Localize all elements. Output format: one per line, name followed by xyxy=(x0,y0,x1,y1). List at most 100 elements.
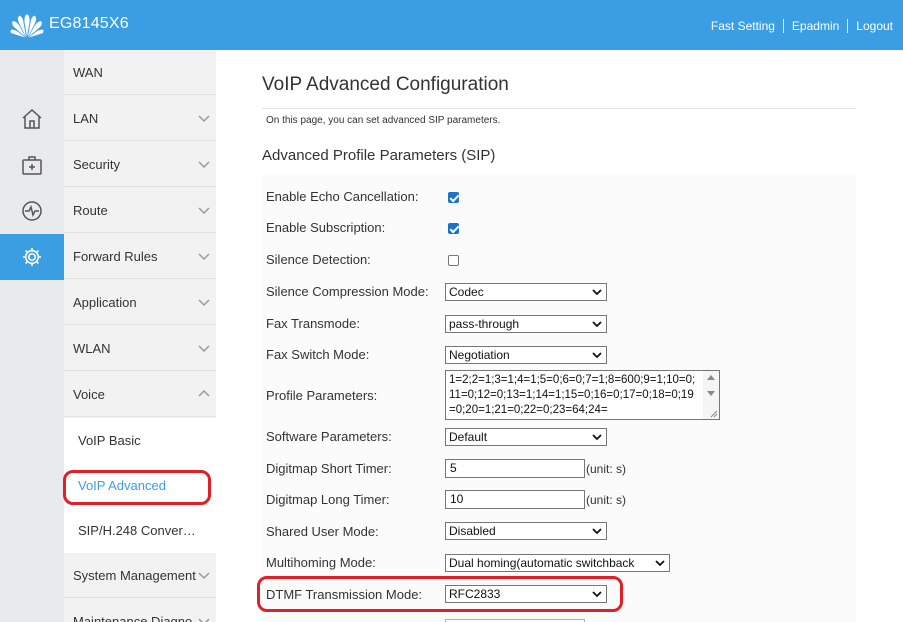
nav-child-voip-advanced[interactable]: VoIP Advanced xyxy=(64,463,216,508)
digitmap-long-timer-input[interactable]: 10 xyxy=(445,490,585,509)
chevron-down-icon xyxy=(198,299,210,307)
nav-item-application[interactable]: Application xyxy=(64,280,216,325)
page-description: On this page, you can set advanced SIP p… xyxy=(266,115,501,126)
nav-item-security[interactable]: Security xyxy=(64,142,216,187)
software-parameters-label: Software Parameters: xyxy=(266,429,392,444)
page-title: VoIP Advanced Configuration xyxy=(262,74,509,95)
fax-transmode-label: Fax Transmode: xyxy=(266,316,360,331)
gear-icon xyxy=(23,248,41,266)
multihoming-mode-label: Multihoming Mode: xyxy=(266,555,376,570)
nav-item-label: Route xyxy=(73,202,108,218)
digitmap-short-timer-unit: (unit: s) xyxy=(586,462,627,476)
user-link[interactable]: Epadmin xyxy=(792,19,839,33)
logout-link[interactable]: Logout xyxy=(856,19,893,33)
sub-navigation: WAN LAN Security Route Forward Rules App… xyxy=(64,50,216,622)
home-icon xyxy=(22,108,42,129)
subscription-checkbox[interactable] xyxy=(448,223,459,234)
huawei-logo-icon xyxy=(10,14,44,38)
profile-parameters-label: Profile Parameters: xyxy=(266,388,378,403)
fax-switch-mode-select[interactable]: Negotiation xyxy=(445,346,607,364)
subscription-label: Enable Subscription: xyxy=(266,220,386,235)
multihoming-mode-select[interactable]: Dual homing(automatic switchback xyxy=(445,554,670,572)
nav-item-maintenance[interactable]: Maintenance Diagno xyxy=(64,599,216,622)
nav-child-label: VoIP Basic xyxy=(78,433,141,448)
title-divider xyxy=(262,108,856,109)
shared-user-mode-select[interactable]: Disabled xyxy=(445,522,607,540)
select-value: Disabled xyxy=(449,524,496,538)
nav-item-label: Application xyxy=(73,294,137,310)
chevron-down-icon xyxy=(198,115,210,123)
digitmap-short-timer-input[interactable]: 5 xyxy=(445,459,585,478)
nav-child-label: SIP/H.248 Conversi... xyxy=(78,523,198,538)
header-links: Fast Setting Epadmin Logout xyxy=(711,19,893,33)
fax-switch-mode-label: Fax Switch Mode: xyxy=(266,347,370,362)
nav-child-sip-h248-conversion[interactable]: SIP/H.248 Conversi... xyxy=(64,508,216,553)
select-value: Default xyxy=(449,430,488,444)
select-value: Negotiation xyxy=(449,348,510,362)
chevron-up-icon xyxy=(198,389,210,397)
silence-compression-label: Silence Compression Mode: xyxy=(266,284,429,299)
app-window: EG8145X6 Fast Setting Epadmin Logout WAN… xyxy=(0,0,903,622)
select-value: RFC2833 xyxy=(449,587,501,601)
nav-item-label: WAN xyxy=(73,64,103,80)
profile-parameters-textarea[interactable]: 1=2;2=1;3=1;4=1;5=0;6=0;7=1;8=600;9=1;10… xyxy=(445,370,720,420)
resize-grip-icon[interactable] xyxy=(708,408,718,418)
header-divider xyxy=(782,19,784,33)
toolbox-icon xyxy=(22,156,42,175)
select-value: Dual homing(automatic switchback xyxy=(449,556,635,570)
chevron-down-icon xyxy=(198,618,210,622)
nav-item-forward-rules[interactable]: Forward Rules xyxy=(64,234,216,279)
nav-item-label: System Management xyxy=(73,567,196,583)
nav-child-voip-basic[interactable]: VoIP Basic xyxy=(64,418,216,463)
digitmap-long-timer-label: Digitmap Long Timer: xyxy=(266,492,390,507)
rail-toolbox[interactable] xyxy=(0,142,64,188)
fax-transmode-select[interactable]: pass-through xyxy=(445,315,607,333)
rail-home[interactable] xyxy=(0,96,64,142)
nav-item-system-management[interactable]: System Management xyxy=(64,553,216,598)
section-title: Advanced Profile Parameters (SIP) xyxy=(262,147,496,164)
chevron-down-icon xyxy=(198,253,210,261)
silence-detection-label: Silence Detection: xyxy=(266,252,371,267)
nav-item-lan[interactable]: LAN xyxy=(64,96,216,141)
nav-item-label: Voice xyxy=(73,386,105,402)
chevron-down-icon xyxy=(655,560,665,567)
chevron-down-icon xyxy=(592,289,602,296)
nav-item-wlan[interactable]: WLAN xyxy=(64,326,216,371)
dtmf-transmission-mode-select[interactable]: RFC2833 xyxy=(445,585,607,603)
scroll-down-icon[interactable] xyxy=(707,391,715,396)
nav-item-wan[interactable]: WAN xyxy=(64,50,216,95)
nav-item-label: Forward Rules xyxy=(73,248,158,264)
nav-item-voice[interactable]: Voice xyxy=(64,372,216,417)
software-parameters-select[interactable]: Default xyxy=(445,428,607,446)
fast-setting-link[interactable]: Fast Setting xyxy=(711,19,775,33)
echo-cancellation-label: Enable Echo Cancellation: xyxy=(266,189,419,204)
digitmap-short-timer-label: Digitmap Short Timer: xyxy=(266,461,392,476)
top-header: EG8145X6 Fast Setting Epadmin Logout xyxy=(0,0,903,50)
activity-icon xyxy=(22,201,42,221)
main-content: VoIP Advanced Configuration On this page… xyxy=(216,50,903,622)
rail-advanced[interactable] xyxy=(0,234,64,280)
nav-item-label: Maintenance Diagno xyxy=(73,613,193,622)
chevron-down-icon xyxy=(592,434,602,441)
select-value: Codec xyxy=(449,285,484,299)
digitmap-long-timer-unit: (unit: s) xyxy=(586,493,627,507)
rail-diagnose[interactable] xyxy=(0,188,64,234)
nav-item-label: Security xyxy=(73,156,120,172)
chevron-down-icon xyxy=(592,591,602,598)
header-divider xyxy=(847,19,849,33)
select-value: pass-through xyxy=(449,317,520,331)
chevron-down-icon xyxy=(198,161,210,169)
chevron-down-icon xyxy=(198,345,210,353)
nav-item-label: LAN xyxy=(73,110,99,126)
shared-user-mode-label: Shared User Mode: xyxy=(266,524,379,539)
icon-rail xyxy=(0,50,64,622)
silence-compression-select[interactable]: Codec xyxy=(445,283,607,301)
scroll-up-icon[interactable] xyxy=(707,375,715,380)
silence-detection-checkbox[interactable] xyxy=(448,255,459,266)
echo-cancellation-checkbox[interactable] xyxy=(448,192,459,203)
nav-item-route[interactable]: Route xyxy=(64,188,216,233)
textarea-value: 1=2;2=1;3=1;4=1;5=0;6=0;7=1;8=600;9=1;10… xyxy=(449,374,696,416)
chevron-down-icon xyxy=(198,207,210,215)
nav-item-label: WLAN xyxy=(73,340,111,356)
chevron-down-icon xyxy=(592,528,602,535)
